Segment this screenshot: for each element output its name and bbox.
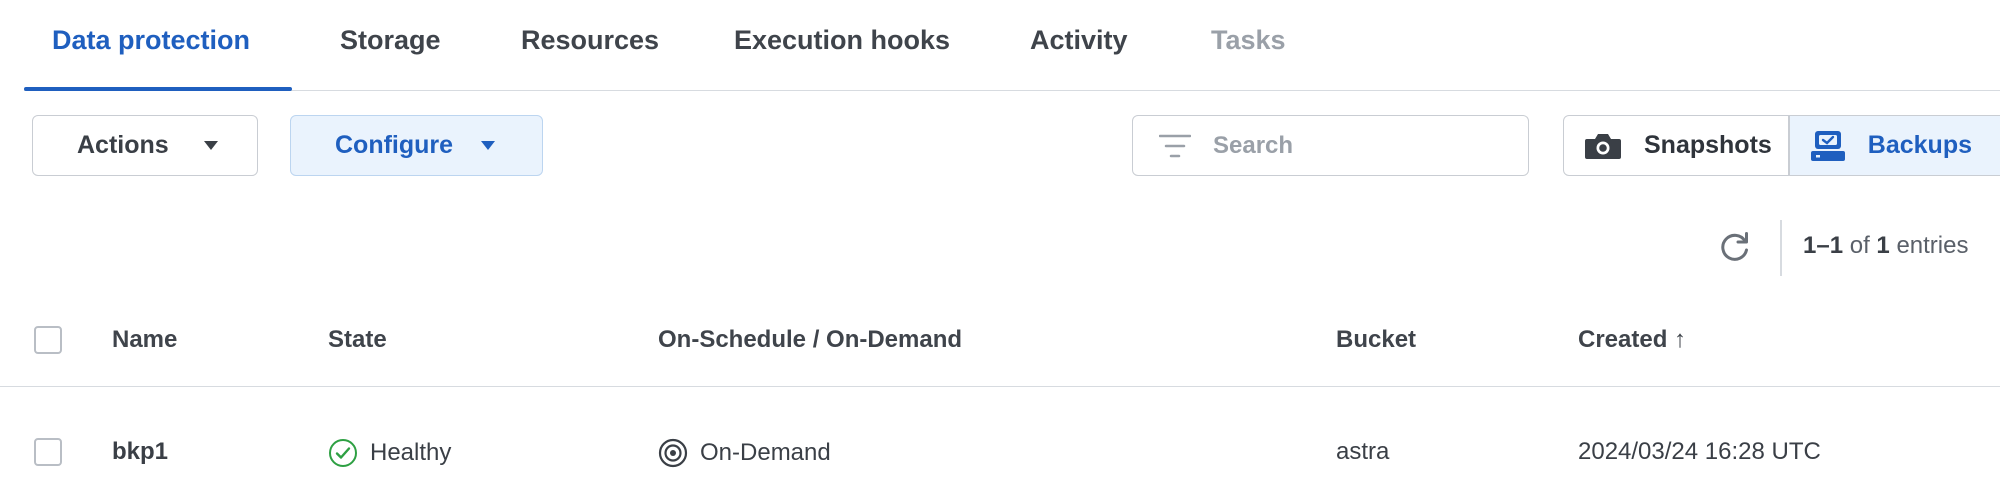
actions-button-label: Actions (77, 131, 169, 159)
configure-button[interactable]: Configure (290, 115, 543, 176)
snapshots-label: Snapshots (1644, 131, 1772, 159)
tab-data-protection[interactable]: Data protection (52, 20, 250, 60)
pagination-summary: 1–1 of 1 entries (1803, 232, 1968, 260)
tab-tasks: Tasks (1211, 25, 1286, 55)
row-state-label: Healthy (370, 439, 452, 466)
backups-toggle[interactable]: Backups (1789, 116, 2000, 175)
row-checkbox[interactable] (34, 438, 62, 466)
entries-range: 1–1 (1803, 232, 1844, 259)
column-header-schedule[interactable]: On-Schedule / On-Demand (658, 326, 962, 354)
row-state: Healthy (328, 438, 451, 468)
tab-activity[interactable]: Activity (1030, 20, 1128, 60)
column-header-created[interactable]: Created ↑ (1578, 326, 1686, 354)
column-header-bucket[interactable]: Bucket (1336, 326, 1416, 354)
search-field[interactable] (1132, 115, 1529, 176)
entries-total: 1 (1876, 232, 1890, 259)
entries-unit: entries (1896, 232, 1969, 259)
row-schedule: On-Demand (658, 438, 831, 468)
row-bucket: astra (1336, 438, 1390, 465)
row-created: 2024/03/24 16:28 UTC (1578, 438, 1821, 465)
entries-of: of (1849, 232, 1870, 259)
column-header-name[interactable]: Name (112, 326, 177, 354)
tab-resources[interactable]: Resources (521, 20, 659, 60)
row-schedule-label: On-Demand (700, 439, 831, 466)
select-all-checkbox[interactable] (34, 326, 62, 354)
caret-down-icon (481, 141, 496, 150)
toolbar-divider (1780, 220, 1782, 276)
tab-storage[interactable]: Storage (340, 20, 441, 60)
app-page: Data protection Storage Resources Execut… (0, 0, 2000, 498)
healthy-check-icon (328, 438, 358, 468)
camera-icon (1584, 131, 1622, 161)
backups-label: Backups (1867, 131, 1972, 159)
view-toggle: Snapshots Backups (1563, 115, 2000, 176)
row-name[interactable]: bkp1 (112, 438, 168, 466)
table-header: Name State On-Schedule / On-Demand Bucke… (0, 310, 2000, 387)
tab-bar: Data protection Storage Resources Execut… (24, 0, 2000, 91)
tab-execution-hooks[interactable]: Execution hooks (734, 20, 950, 60)
configure-button-label: Configure (335, 131, 454, 159)
backup-drive-icon (1810, 130, 1846, 162)
caret-down-icon (203, 141, 218, 150)
snapshots-toggle[interactable]: Snapshots (1564, 116, 1788, 175)
search-input[interactable] (1211, 130, 1515, 161)
filter-icon (1159, 132, 1191, 160)
active-tab-indicator (24, 87, 292, 91)
on-demand-target-icon (658, 438, 688, 468)
refresh-icon[interactable] (1718, 230, 1752, 264)
actions-button[interactable]: Actions (32, 115, 258, 176)
column-header-state[interactable]: State (328, 326, 387, 354)
